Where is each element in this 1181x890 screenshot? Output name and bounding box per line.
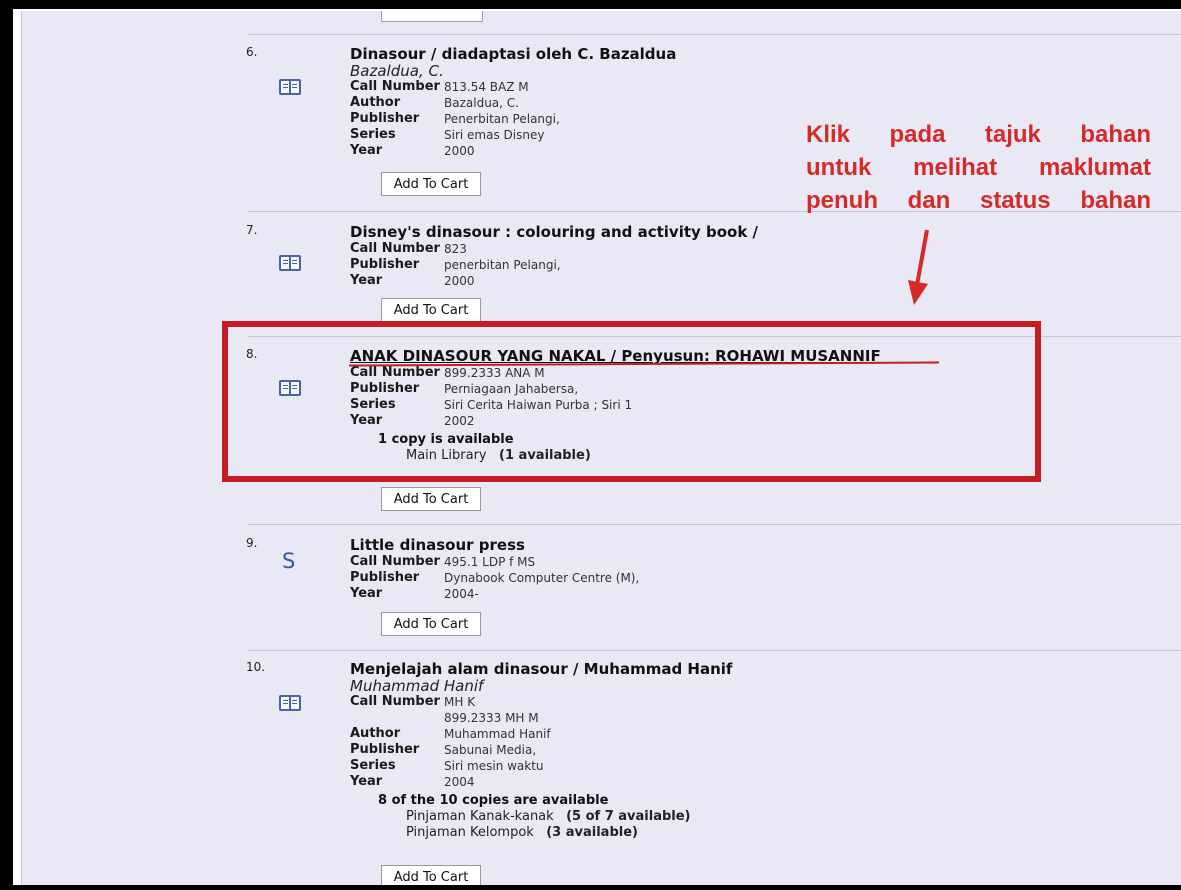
book-icon — [279, 79, 301, 95]
field-value: 2000 — [444, 144, 475, 158]
field-value: 899.2333 MH M — [444, 711, 539, 725]
field-label: Publisher — [350, 257, 420, 272]
field-value: MH K — [444, 695, 476, 709]
field-label — [350, 710, 444, 726]
record-number: 9. — [246, 536, 258, 550]
field-label: Call Number — [350, 554, 440, 569]
separator — [248, 650, 1181, 651]
location-row: Pinjaman Kanak-kanak (5 of 7 available) — [350, 809, 1181, 825]
field-value: 2004- — [444, 587, 479, 601]
availability-status: 8 of the 10 copies are available — [378, 793, 609, 808]
location-name: Pinjaman Kanak-kanak — [406, 809, 554, 824]
record-title-link[interactable]: Disney's dinasour : colouring and activi… — [350, 223, 1181, 241]
annotation-line: penuh dan status bahan — [806, 187, 1151, 214]
record-number: 6. — [246, 45, 258, 59]
record-title-link[interactable]: Little dinasour press — [350, 536, 1181, 554]
field-label: Call Number — [350, 79, 440, 94]
field-value: Bazaldua, C. — [444, 96, 519, 110]
field-value: 2004 — [444, 775, 475, 789]
separator — [248, 524, 1181, 525]
field-value: 813.54 BAZ M — [444, 80, 529, 94]
add-to-cart-button[interactable]: Add To Cart — [381, 487, 481, 511]
field-value: Sabunai Media, — [444, 743, 537, 757]
field-value: Muhammad Hanif — [444, 727, 551, 741]
record-title-link[interactable]: Dinasour / diadaptasi oleh C. Bazaldua — [350, 45, 1181, 63]
add-to-cart-button[interactable]: Add To Cart — [381, 298, 481, 322]
field-label: Publisher — [350, 111, 420, 126]
record-author: Muhammad Hanif — [350, 677, 484, 695]
field-label: Year — [350, 143, 383, 158]
annotation-line: untuk melihat maklumat — [806, 154, 1151, 181]
separator — [248, 34, 1181, 35]
serial-icon: S — [282, 549, 296, 573]
record-number: 10. — [246, 660, 266, 674]
location-name: Pinjaman Kelompok — [406, 825, 534, 840]
field-value: Penerbitan Pelangi, — [444, 112, 560, 126]
field-value: Siri mesin waktu — [444, 759, 544, 773]
field-label: Publisher — [350, 742, 420, 757]
field-label: Author — [350, 95, 401, 110]
annotation-line: Klik pada tajuk bahan — [806, 121, 1151, 148]
field-value: 495.1 LDP f MS — [444, 555, 536, 569]
field-label: Call Number — [350, 694, 440, 709]
field-value: 2000 — [444, 274, 475, 288]
location-row: Pinjaman Kelompok (3 available) — [350, 825, 1181, 841]
location-count: (3 available) — [546, 825, 638, 840]
annotation-arrow-icon — [908, 229, 929, 305]
field-value: 823 — [444, 242, 467, 256]
field-label: Year — [350, 774, 383, 789]
book-icon — [279, 695, 301, 711]
book-icon — [279, 255, 301, 271]
highlight-box — [222, 321, 1041, 482]
field-label: Call Number — [350, 241, 440, 256]
location-count: (5 of 7 available) — [566, 809, 691, 824]
field-label: Series — [350, 758, 396, 773]
field-value: penerbitan Pelangi, — [444, 258, 561, 272]
add-to-cart-button[interactable]: Add To Cart — [381, 172, 481, 196]
record-title-link[interactable]: Menjelajah alam dinasour / Muhammad Hani… — [350, 660, 1181, 678]
field-value: Dynabook Computer Centre (M), — [444, 571, 640, 585]
field-value: Siri emas Disney — [444, 128, 545, 142]
field-label: Year — [350, 586, 383, 601]
field-label: Publisher — [350, 570, 420, 585]
previous-add-to-cart-button[interactable] — [381, 11, 483, 22]
instruction-annotation: Klik pada tajuk bahan untuk melihat makl… — [806, 118, 1151, 217]
field-label: Series — [350, 127, 396, 142]
field-label: Author — [350, 726, 401, 741]
record-author: Bazaldua, C. — [350, 62, 444, 80]
field-label: Year — [350, 273, 383, 288]
add-to-cart-button[interactable]: Add To Cart — [381, 612, 481, 636]
record-number: 7. — [246, 223, 258, 237]
add-to-cart-button[interactable]: Add To Cart — [381, 865, 481, 885]
